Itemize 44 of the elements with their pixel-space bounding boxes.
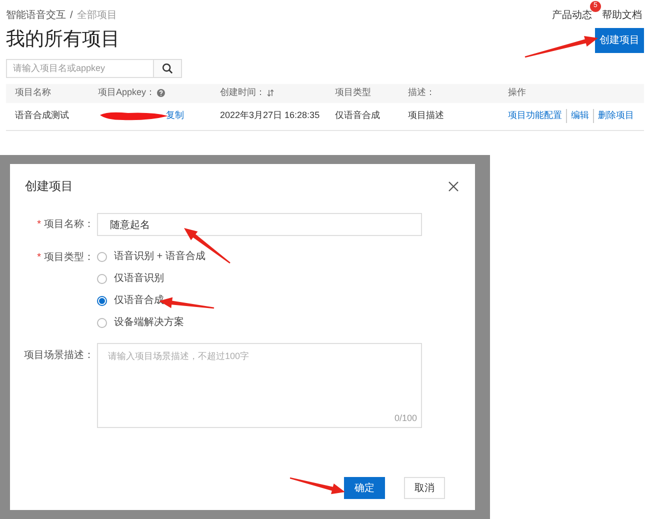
project-name-field[interactable]: 随意起名 — [97, 213, 422, 236]
action-link[interactable]: 删除项目 — [593, 109, 638, 123]
table-cell: 项目描述 — [408, 110, 444, 120]
action-link[interactable]: 项目功能配置 — [508, 109, 566, 123]
search-field[interactable]: 请输入项目名或appkey — [6, 58, 154, 78]
annotation-arrow — [184, 228, 230, 264]
close-icon[interactable] — [448, 180, 459, 192]
character-counter: 0/100 — [394, 412, 417, 424]
sort-icon[interactable] — [267, 89, 274, 97]
required-mark: * — [37, 251, 41, 265]
breadcrumb-separator: / — [70, 9, 73, 23]
copy-link[interactable]: 复制 — [166, 109, 184, 123]
create-project-button[interactable]: 创建项目 — [595, 28, 644, 53]
radio-button[interactable] — [97, 274, 107, 284]
table-cell: 2022年3月27日 16:28:35 — [220, 110, 320, 120]
radio-label[interactable]: 设备端解决方案 — [114, 315, 184, 330]
column-header: 创建时间： — [220, 86, 265, 100]
search-icon[interactable] — [162, 62, 173, 74]
page-title: 我的所有项目 — [6, 28, 120, 52]
field-label: 项目类型： — [44, 250, 94, 265]
header-link[interactable]: 帮助文档 — [602, 10, 642, 21]
confirm-button[interactable]: 确定 — [344, 477, 385, 499]
dialog-title: 创建项目 — [25, 178, 73, 195]
field-label: 项目场景描述： — [24, 348, 94, 363]
radio-button[interactable] — [97, 252, 107, 262]
required-mark: * — [37, 218, 41, 232]
column-header: 描述： — [408, 86, 435, 100]
action-link[interactable]: 编辑 — [566, 109, 593, 123]
annotation-arrow — [290, 477, 345, 494]
column-header: 操作 — [508, 86, 526, 100]
radio-button[interactable] — [97, 296, 107, 306]
column-header: 项目名称 — [15, 86, 51, 100]
table-cell: 语音合成测试 — [15, 110, 69, 120]
radio-label[interactable]: 语音识别 + 语音合成 — [114, 249, 206, 264]
help-icon[interactable] — [157, 89, 166, 97]
breadcrumb-item[interactable]: 智能语音交互 — [6, 8, 66, 23]
radio-label[interactable]: 仅语音识别 — [114, 271, 164, 286]
column-header: 项目类型 — [335, 86, 371, 100]
cancel-button[interactable]: 取消 — [404, 477, 445, 499]
column-header: 项目Appkey： — [98, 86, 156, 100]
table-cell: 仅语音合成 — [335, 110, 380, 120]
radio-button[interactable] — [97, 318, 107, 328]
header-link[interactable]: 产品动态 — [552, 10, 592, 21]
field-label: 项目名称： — [44, 218, 94, 232]
